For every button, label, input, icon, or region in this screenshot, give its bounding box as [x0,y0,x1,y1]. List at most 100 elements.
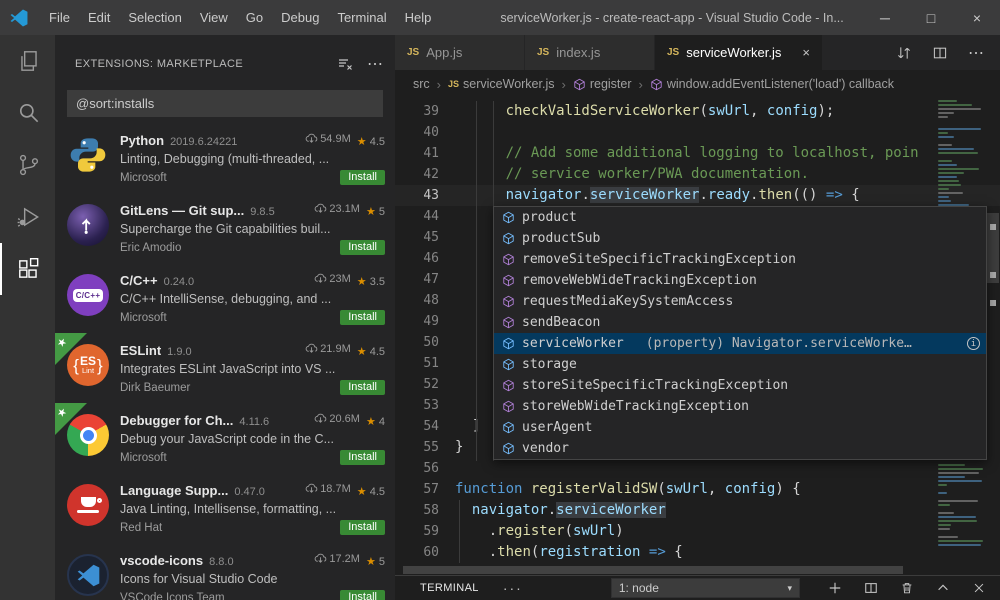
extension-version: 4.11.6 [239,416,269,428]
tab-App.js[interactable]: JSApp.js [395,35,525,70]
extension-details: ESLint1.9.021.9M★ 4.5Integrates ESLint J… [120,342,385,403]
extension-item[interactable]: Python2019.6.2422154.9M★ 4.5Linting, Deb… [55,123,395,193]
extension-item[interactable]: vscode-icons8.8.017.2M★ 5Icons for Visua… [55,543,395,600]
horizontal-scrollbar-thumb[interactable] [403,566,903,574]
breadcrumb-item[interactable]: JSserviceWorker.js [448,77,554,91]
install-button[interactable]: Install [340,170,385,185]
terminal-panel: TERMINAL ··· 1: node ▾ [395,575,1000,600]
menu-edit[interactable]: Edit [79,10,119,25]
maximize-panel-icon[interactable] [936,581,950,595]
breadcrumb-item[interactable]: register [573,77,632,91]
vertical-scrollbar[interactable] [986,98,1000,565]
line-number: 42 [395,164,455,185]
dropdown-caret-icon: ▾ [787,583,792,594]
suggestion-item[interactable]: storeSiteSpecificTrackingException [494,375,986,396]
menu-help[interactable]: Help [396,10,441,25]
suggestion-label: storeWebWideTrackingException [522,399,749,414]
minimize-window-icon[interactable]: ─ [862,0,908,35]
line-number: 39 [395,101,455,122]
extensions-search-input[interactable] [67,90,383,117]
install-button[interactable]: Install [340,310,385,325]
extensions-list: Python2019.6.2422154.9M★ 4.5Linting, Deb… [55,123,395,600]
extension-header-row: Language Supp...0.47.018.7M★ 4.5 [120,482,385,498]
close-tab-icon[interactable]: × [802,45,810,60]
install-button[interactable]: Install [340,520,385,535]
suggestion-item[interactable]: product [494,207,986,228]
code-line-text: .then(registration => { [455,542,683,563]
horizontal-scrollbar[interactable] [395,565,934,575]
close-panel-icon[interactable] [972,581,986,595]
javascript-file-icon: JS [407,47,419,58]
property-symbol-icon [502,211,516,224]
suggestion-item[interactable]: removeWebWideTrackingException [494,270,986,291]
menu-file[interactable]: File [40,10,79,25]
more-actions-icon[interactable]: ⋯ [367,54,383,74]
suggestion-item[interactable]: sendBeacon [494,312,986,333]
activity-explorer-icon[interactable] [0,35,55,87]
terminal-picker-dropdown[interactable]: 1: node ▾ [611,578,800,598]
code-line: 59 .register(swUrl) [395,521,1000,542]
terminal-more-icon[interactable]: ··· [503,580,523,596]
activity-search-icon[interactable] [0,87,55,139]
split-terminal-icon[interactable] [864,581,878,595]
extension-item[interactable]: Language Supp...0.47.018.7M★ 4.5Java Lin… [55,473,395,543]
extension-publisher: Red Hat [120,522,340,534]
tab-index.js[interactable]: JSindex.js [525,35,655,70]
window-title: serviceWorker.js - create-react-app - Vi… [500,11,862,25]
method-symbol-icon [502,274,516,287]
extension-item[interactable]: ★{ESLint}ESLint1.9.021.9M★ 4.5Integrates… [55,333,395,403]
terminal-actions [828,581,986,595]
rating: ★ 4.5 [357,485,385,498]
breadcrumb-item[interactable]: window.addEventListener('load') callback [650,77,894,91]
new-terminal-icon[interactable] [828,581,842,595]
activity-debug-icon[interactable] [0,191,55,243]
menu-terminal[interactable]: Terminal [328,10,395,25]
extension-name: ESLint [120,343,161,358]
install-button[interactable]: Install [340,450,385,465]
tab-serviceWorker.js[interactable]: JSserviceWorker.js× [655,35,823,70]
suggestion-item[interactable]: requestMediaKeySystemAccess [494,291,986,312]
extension-version: 2019.6.24221 [170,136,237,148]
activity-source-control-icon[interactable] [0,139,55,191]
javascript-file-icon: JS [537,47,549,58]
menu-debug[interactable]: Debug [272,10,328,25]
suggestion-item[interactable]: productSub [494,228,986,249]
maximize-window-icon[interactable]: □ [908,0,954,35]
suggestion-item[interactable]: storage [494,354,986,375]
suggestion-item[interactable]: removeSiteSpecificTrackingException [494,249,986,270]
menu-selection[interactable]: Selection [119,10,190,25]
menu-view[interactable]: View [191,10,237,25]
extension-item[interactable]: GitLens — Git sup...9.8.523.1M★ 5Superch… [55,193,395,263]
extension-item[interactable]: ★Debugger for Ch...4.11.620.6M★ 4Debug y… [55,403,395,473]
info-icon[interactable]: i [967,337,980,350]
kill-terminal-icon[interactable] [900,581,914,595]
install-button[interactable]: Install [340,380,385,395]
menu-go[interactable]: Go [237,10,272,25]
close-window-icon[interactable]: × [954,0,1000,35]
editor-more-icon[interactable]: ⋯ [968,43,984,63]
install-button[interactable]: Install [340,590,385,600]
line-number: 51 [395,353,455,374]
extension-item[interactable]: C/C++C/C++0.24.023M★ 3.5C/C++ IntelliSen… [55,263,395,333]
python-extension-icon [67,134,109,176]
terminal-tab[interactable]: TERMINAL [420,582,479,594]
suggestion-item[interactable]: serviceWorker(property) Navigator.servic… [494,333,986,354]
code-line: 39 checkValidServiceWorker(swUrl, config… [395,101,1000,122]
symbol-icon [573,78,586,91]
suggestion-item[interactable]: vendor [494,438,986,459]
clear-filter-icon[interactable] [337,56,353,72]
open-changes-icon[interactable] [896,45,912,61]
code-editor[interactable]: 39 checkValidServiceWorker(swUrl, config… [395,98,1000,575]
extension-description: Supercharge the Git capabilities buil... [120,222,385,236]
extension-publisher: Eric Amodio [120,242,340,254]
window-controls: ─□× [862,0,1000,35]
suggestion-item[interactable]: storeWebWideTrackingException [494,396,986,417]
install-button[interactable]: Install [340,240,385,255]
extension-details: GitLens — Git sup...9.8.523.1M★ 5Superch… [120,202,385,263]
intellisense-popup: productproductSubremoveSiteSpecificTrack… [493,206,987,460]
breadcrumb-item[interactable]: src [413,77,430,91]
split-editor-icon[interactable] [932,45,948,61]
suggestion-item[interactable]: userAgent [494,417,986,438]
code-line: 57function registerValidSW(swUrl, config… [395,479,1000,500]
activity-extensions-icon[interactable] [0,243,55,295]
